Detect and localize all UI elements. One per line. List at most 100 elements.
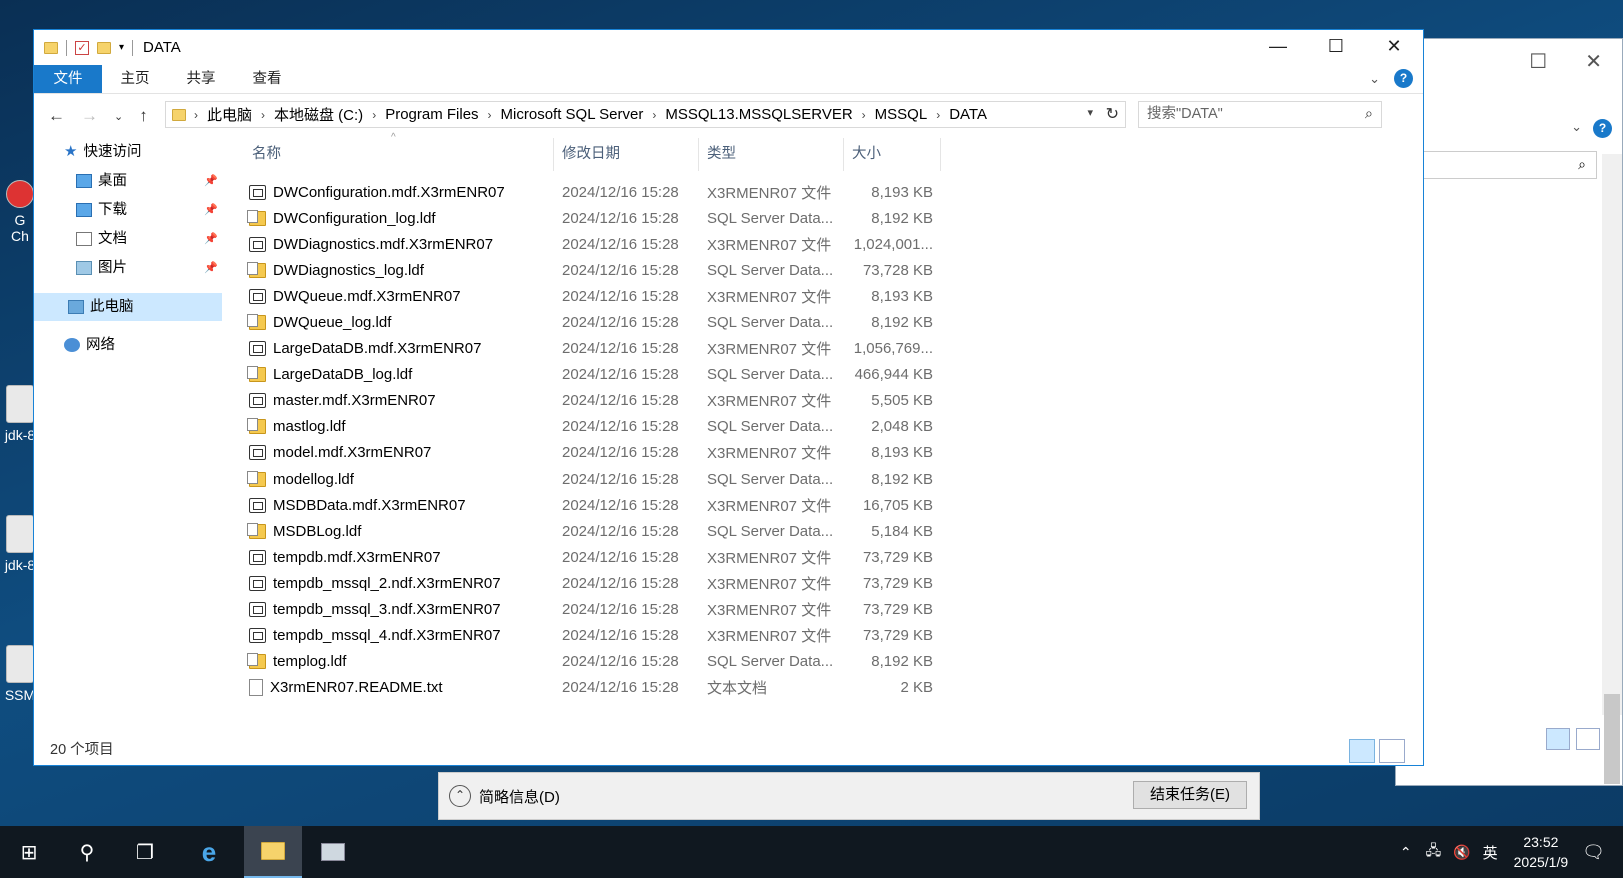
tab-home[interactable]: 主页: [102, 65, 168, 93]
file-row[interactable]: DWDiagnostics_log.ldf 2024/12/16 15:28 SQL…: [244, 257, 1404, 283]
chevron-right-icon[interactable]: ›: [259, 108, 267, 122]
address-dropdown-icon[interactable]: ▾: [1087, 106, 1093, 119]
column-header-type[interactable]: 类型: [699, 138, 844, 171]
search-input[interactable]: 搜索"DATA" ⌕: [1138, 101, 1382, 128]
minimize-button[interactable]: —: [1249, 30, 1307, 65]
action-center-icon[interactable]: 🗨: [1582, 842, 1605, 863]
recent-locations-icon[interactable]: ⌄: [114, 110, 123, 123]
chevron-right-icon[interactable]: ›: [860, 108, 868, 122]
file-row[interactable]: DWQueue.mdf.X3rmENR07 2024/12/16 15:28 X3R…: [244, 283, 1404, 309]
tab-share[interactable]: 共享: [168, 65, 234, 93]
file-row[interactable]: tempdb_mssql_2.ndf.X3rmENR07 2024/12/16 1…: [244, 570, 1404, 596]
end-task-button[interactable]: 结束任务(E): [1133, 781, 1247, 809]
brief-info-toggle[interactable]: ⌃ 简略信息(D): [449, 785, 560, 807]
background-scrollbar[interactable]: [1602, 154, 1622, 784]
file-row[interactable]: templog.ldf 2024/12/16 15:28 SQL Server Da…: [244, 649, 1404, 675]
internet-explorer-button[interactable]: e: [180, 826, 238, 878]
file-row[interactable]: LargeDataDB_log.ldf 2024/12/16 15:28 SQL S…: [244, 362, 1404, 388]
search-button[interactable]: ⚲: [58, 826, 116, 878]
chevron-right-icon[interactable]: ›: [192, 108, 200, 122]
tab-view[interactable]: 查看: [234, 65, 300, 93]
address-bar[interactable]: › 此电脑 › 本地磁盘 (C:) › Program Files › Micr…: [165, 101, 1126, 128]
breadcrumb-data[interactable]: DATA: [942, 106, 994, 123]
file-row[interactable]: LargeDataDB.mdf.X3rmENR07 2024/12/16 15:2…: [244, 336, 1404, 362]
task-view-button[interactable]: ❐: [116, 826, 174, 878]
details-view-button[interactable]: [1546, 728, 1570, 750]
column-header-date[interactable]: 修改日期: [554, 138, 699, 171]
customize-dropdown-icon[interactable]: ▾: [119, 42, 124, 53]
sidebar-item-this-pc[interactable]: 此电脑: [34, 293, 222, 321]
volume-muted-icon[interactable]: 🔇: [1453, 844, 1470, 861]
sidebar-item-desktop[interactable]: 桌面 📌: [76, 167, 222, 195]
file-row[interactable]: DWQueue_log.ldf 2024/12/16 15:28 SQL Serve…: [244, 309, 1404, 335]
help-icon[interactable]: ?: [1394, 69, 1413, 88]
internet-explorer-icon: e: [201, 836, 217, 867]
file-row[interactable]: modellog.ldf 2024/12/16 15:28 SQL Server D…: [244, 466, 1404, 492]
sidebar-item-network[interactable]: 网络: [64, 331, 115, 359]
file-row[interactable]: tempdb_mssql_4.ndf.X3rmENR07 2024/12/16 1…: [244, 623, 1404, 649]
file-date: 2024/12/16 15:28: [562, 470, 679, 488]
column-header-size[interactable]: 大小: [844, 138, 941, 171]
maximize-icon[interactable]: ☐: [1529, 49, 1547, 74]
breadcrumb-local-disk[interactable]: 本地磁盘 (C:): [267, 104, 370, 125]
file-type: SQL Server Data...: [707, 209, 834, 227]
file-row[interactable]: DWConfiguration_log.ldf 2024/12/16 15:28 S…: [244, 205, 1404, 231]
pin-icon[interactable]: 📌: [204, 167, 218, 195]
breadcrumb-mssql13[interactable]: MSSQL13.MSSQLSERVER: [658, 106, 859, 123]
scrollbar-thumb[interactable]: [1604, 694, 1620, 784]
maximize-button[interactable]: ☐: [1307, 30, 1365, 65]
file-row[interactable]: model.mdf.X3rmENR07 2024/12/16 15:28 X3RME…: [244, 440, 1404, 466]
refresh-icon[interactable]: ↻: [1106, 104, 1119, 124]
pin-icon[interactable]: 📌: [204, 196, 218, 224]
chevron-right-icon[interactable]: ›: [370, 108, 378, 122]
help-icon[interactable]: ?: [1593, 119, 1612, 138]
chevron-right-icon[interactable]: ›: [934, 108, 942, 122]
file-row[interactable]: master.mdf.X3rmENR07 2024/12/16 15:28 X3RM…: [244, 388, 1404, 414]
file-row[interactable]: tempdb_mssql_3.ndf.X3rmENR07 2024/12/16 1…: [244, 597, 1404, 623]
up-arrow-icon[interactable]: ↑: [139, 106, 148, 126]
file-row[interactable]: DWDiagnostics.mdf.X3rmENR07 2024/12/16 15…: [244, 231, 1404, 257]
tab-file[interactable]: 文件: [34, 65, 102, 93]
close-icon[interactable]: ✕: [1585, 49, 1602, 74]
sidebar-item-quick-access[interactable]: ★ 快速访问: [64, 138, 141, 166]
breadcrumb-mssql[interactable]: MSSQL: [868, 106, 935, 123]
file-explorer-button[interactable]: [244, 826, 302, 878]
file-row[interactable]: mastlog.ldf 2024/12/16 15:28 SQL Server Da…: [244, 414, 1404, 440]
column-header-name[interactable]: 名称: [244, 138, 554, 171]
new-folder-icon[interactable]: [97, 41, 111, 54]
close-button[interactable]: ✕: [1365, 30, 1423, 65]
start-button[interactable]: ⊞: [0, 826, 58, 878]
network-status-icon[interactable]: 🖧: [1426, 840, 1442, 864]
breadcrumb-this-pc[interactable]: 此电脑: [200, 104, 259, 125]
pin-icon[interactable]: 📌: [204, 254, 218, 282]
pin-icon[interactable]: 📌: [204, 225, 218, 253]
large-icons-view-button[interactable]: [1379, 739, 1405, 763]
clock[interactable]: 23:52 2025/1/9: [1514, 832, 1569, 872]
breadcrumb-sql-server[interactable]: Microsoft SQL Server: [494, 106, 651, 123]
properties-icon[interactable]: ✓: [75, 40, 89, 55]
chevron-up-icon[interactable]: ⌃: [1400, 844, 1412, 861]
title-bar[interactable]: ✓ ▾ DATA — ☐ ✕: [34, 30, 1423, 65]
task-manager-button[interactable]: [304, 826, 362, 878]
expand-ribbon-icon[interactable]: ⌄: [1369, 71, 1380, 87]
chevron-right-icon[interactable]: ›: [486, 108, 494, 122]
chevron-right-icon[interactable]: ›: [650, 108, 658, 122]
ime-indicator[interactable]: 英: [1483, 842, 1498, 863]
sidebar-item-downloads[interactable]: 下载 📌: [76, 196, 222, 224]
breadcrumb-program-files[interactable]: Program Files: [378, 106, 485, 123]
large-icons-view-button[interactable]: [1576, 728, 1600, 750]
file-row[interactable]: MSDBData.mdf.X3rmENR07 2024/12/16 15:28 X3…: [244, 492, 1404, 518]
back-arrow-icon[interactable]: ←: [48, 106, 65, 126]
background-search-input[interactable]: ⌕: [1396, 151, 1597, 179]
chevron-down-icon[interactable]: ⌄: [1571, 119, 1582, 135]
background-window[interactable]: ☐ ✕ ⌄ ? ⌕: [1395, 38, 1623, 786]
forward-arrow-icon[interactable]: →: [81, 106, 98, 126]
sidebar-item-pictures[interactable]: 图片 📌: [76, 254, 222, 282]
details-view-button[interactable]: [1349, 739, 1375, 763]
file-date: 2024/12/16 15:28: [562, 340, 679, 358]
file-row[interactable]: DWConfiguration.mdf.X3rmENR07 2024/12/16 …: [244, 179, 1404, 205]
sidebar-item-documents[interactable]: 文档 📌: [76, 225, 222, 253]
file-row[interactable]: tempdb.mdf.X3rmENR07 2024/12/16 15:28 X3RM…: [244, 544, 1404, 570]
file-row[interactable]: X3rmENR07.README.txt 2024/12/16 15:28 文本文档…: [244, 675, 1404, 701]
file-row[interactable]: MSDBLog.ldf 2024/12/16 15:28 SQL Server Da…: [244, 518, 1404, 544]
